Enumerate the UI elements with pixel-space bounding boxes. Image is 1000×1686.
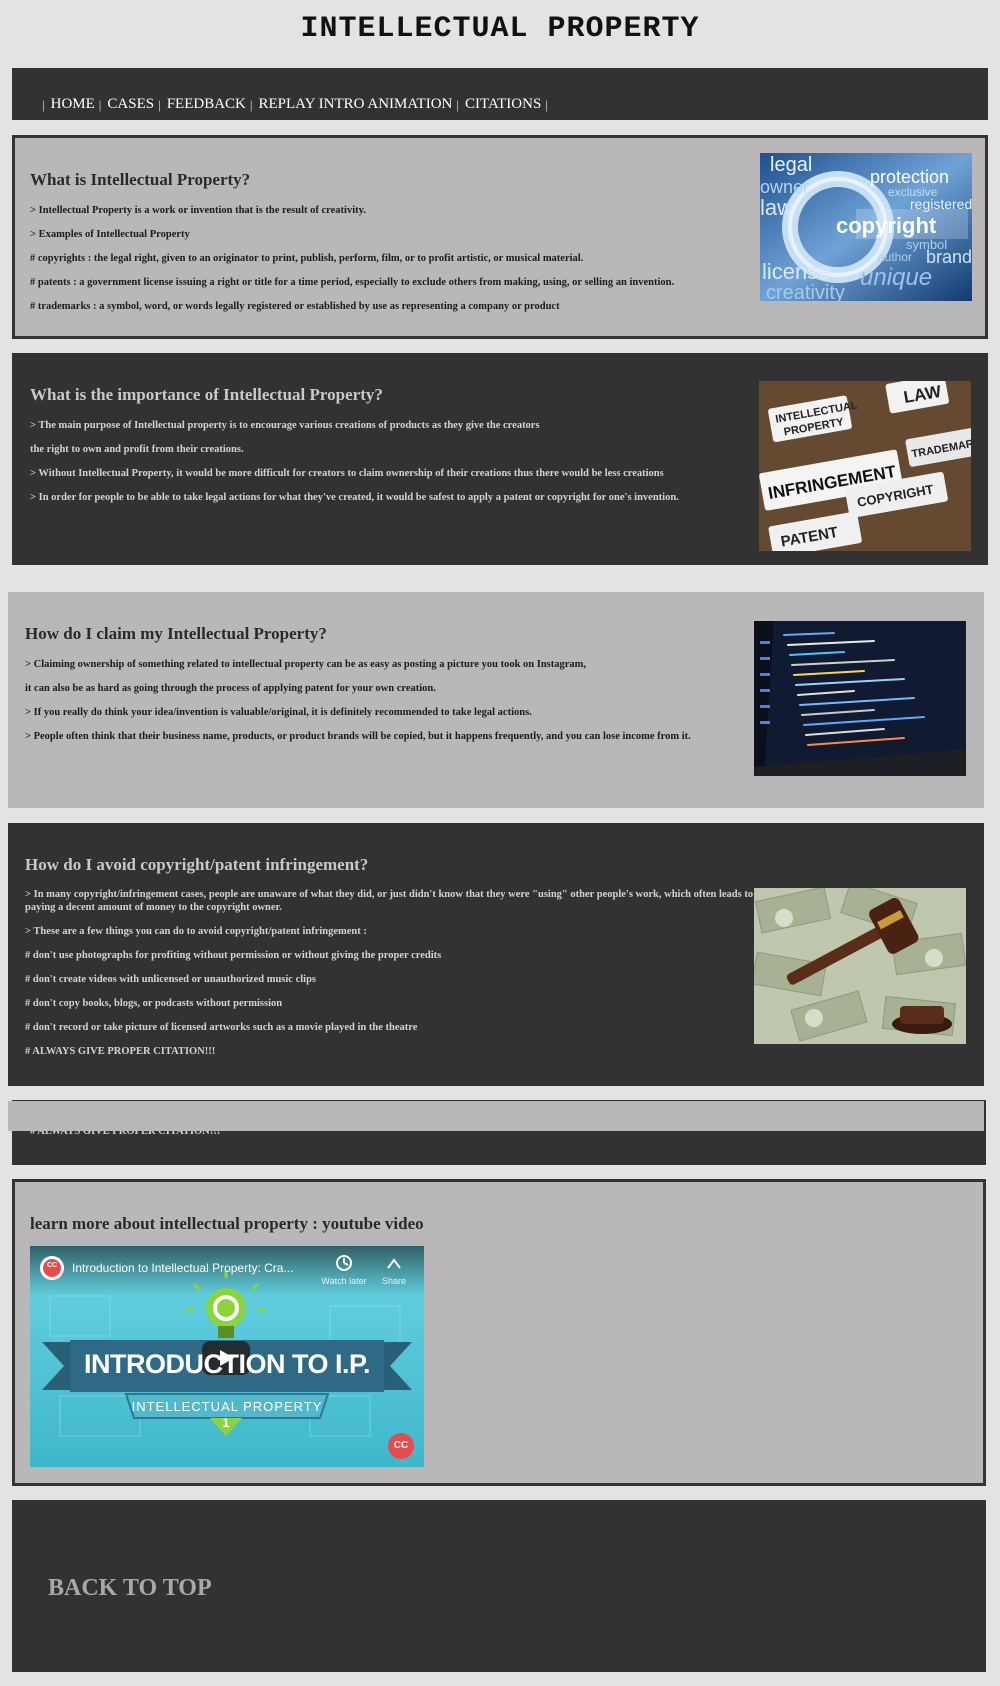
image-word: creativity xyxy=(766,282,845,301)
body-line: it can also be as hard as going through … xyxy=(25,683,436,694)
section-avoid-infringement: How do I avoid copyright/patent infringe… xyxy=(8,823,984,1086)
ip-folder-tabs-image: INTELLECTUAL PROPERTY LAW INFRINGEMENT T… xyxy=(759,381,971,551)
section-title: How do I claim my Intellectual Property? xyxy=(25,624,327,643)
body-line: > In order for people to be able to take… xyxy=(30,492,679,503)
section-title: What is Intellectual Property? xyxy=(30,170,251,189)
footer: BACK TO TOP xyxy=(12,1500,986,1672)
navbar: | HOME | CASES | FEEDBACK | REPLAY INTRO… xyxy=(12,68,988,120)
watch-later-button[interactable]: Watch later xyxy=(320,1276,368,1286)
video-title[interactable]: Introduction to Intellectual Property: C… xyxy=(72,1261,293,1275)
nav-home-link[interactable]: HOME xyxy=(51,96,95,112)
body-line: # don't record or take picture of licens… xyxy=(25,1022,418,1033)
body-line: # patents : a government license issuing… xyxy=(30,277,675,288)
nav-feedback-link[interactable]: FEEDBACK xyxy=(167,96,246,112)
video-episode-number: 1 xyxy=(222,1416,230,1430)
body-line: > People often think that their business… xyxy=(25,731,691,742)
nav-separator: | xyxy=(456,96,459,112)
image-word: license xyxy=(762,259,830,284)
nav-separator: | xyxy=(249,96,253,112)
image-word: unique xyxy=(860,264,932,291)
section-title: How do I avoid copyright/patent infringe… xyxy=(25,855,369,874)
image-word: law xyxy=(760,195,793,220)
nav-separator: | xyxy=(158,96,161,112)
code-laptop-image xyxy=(754,621,966,776)
youtube-video-embed[interactable]: CC Introduction to Intellectual Property… xyxy=(30,1246,424,1467)
body-line: # don't copy books, blogs, or podcasts w… xyxy=(25,998,283,1009)
body-line: > Intellectual Property is a work or inv… xyxy=(30,205,366,216)
section-body: > Claiming ownership of something relate… xyxy=(25,658,755,754)
section-claim-ip: How do I claim my Intellectual Property?… xyxy=(8,592,984,808)
nav-cases-link[interactable]: CASES xyxy=(107,96,154,112)
nav-separator: | xyxy=(545,96,548,112)
copyright-word-cloud-image: legal protection copyright license creat… xyxy=(760,153,972,301)
back-to-top-link[interactable]: BACK TO TOP xyxy=(48,1575,212,1602)
image-word: copyright xyxy=(836,213,937,238)
body-line: # ALWAYS GIVE PROPER CITATION!!! xyxy=(25,1046,216,1057)
image-word: owner xyxy=(760,177,809,197)
body-line: # trademarks : a symbol, word, or words … xyxy=(30,301,560,312)
crash-course-logo-icon: CC xyxy=(393,1440,409,1451)
image-word: protection xyxy=(870,167,949,187)
nav-separator: | xyxy=(98,96,102,112)
body-line: the right to own and profit from their c… xyxy=(30,444,244,455)
body-line: > Examples of Intellectual Property xyxy=(30,229,190,240)
section-body: > Intellectual Property is a work or inv… xyxy=(30,204,710,324)
nav-replay-intro-link[interactable]: REPLAY INTRO ANIMATION xyxy=(258,96,452,112)
gavel-money-image xyxy=(754,888,966,1044)
video-ribbon-text: INTELLECTUAL PROPERTY xyxy=(131,1399,323,1414)
nav-list: | HOME | CASES | FEEDBACK | REPLAY INTRO… xyxy=(42,96,554,113)
site-title: INTELLECTUAL PROPERTY xyxy=(300,12,700,46)
section-youtube-video: learn more about intellectual property :… xyxy=(12,1179,986,1486)
image-word: legal xyxy=(770,154,812,176)
body-line: # don't use photographs for profiting wi… xyxy=(25,950,442,961)
body-line: # don't create videos with unlicensed or… xyxy=(25,974,317,985)
overflow-light-strip xyxy=(8,1101,984,1131)
section-body: > The main purpose of Intellectual prope… xyxy=(30,419,720,515)
section-what-is-ip: What is Intellectual Property? > Intelle… xyxy=(12,135,988,339)
video-banner-text: INTRODUCTION TO I.P. xyxy=(83,1349,371,1379)
body-line: > These are a few things you can do to a… xyxy=(25,926,367,937)
image-word: author xyxy=(878,250,912,264)
body-line: > Without Intellectual Property, it woul… xyxy=(30,468,664,479)
section-body: > In many copyright/infringement cases, … xyxy=(25,888,755,1069)
image-word: symbol xyxy=(906,237,947,252)
channel-logo-icon: CC xyxy=(46,1262,58,1269)
share-button[interactable]: Share xyxy=(376,1276,412,1286)
section-importance-of-ip: What is the importance of Intellectual P… xyxy=(12,353,988,565)
section-title: learn more about intellectual property :… xyxy=(30,1214,424,1233)
body-line: > If you really do think your idea/inven… xyxy=(25,707,532,718)
nav-separator: | xyxy=(42,96,45,112)
body-line: # copyrights : the legal right, given to… xyxy=(30,253,584,264)
body-line: > Claiming ownership of something relate… xyxy=(25,659,587,670)
nav-citations-link[interactable]: CITATIONS xyxy=(465,96,541,112)
body-line: > In many copyright/infringement cases, … xyxy=(25,889,754,913)
body-line: > The main purpose of Intellectual prope… xyxy=(30,420,540,431)
section-title: What is the importance of Intellectual P… xyxy=(30,385,383,404)
image-word: exclusive xyxy=(888,185,938,199)
